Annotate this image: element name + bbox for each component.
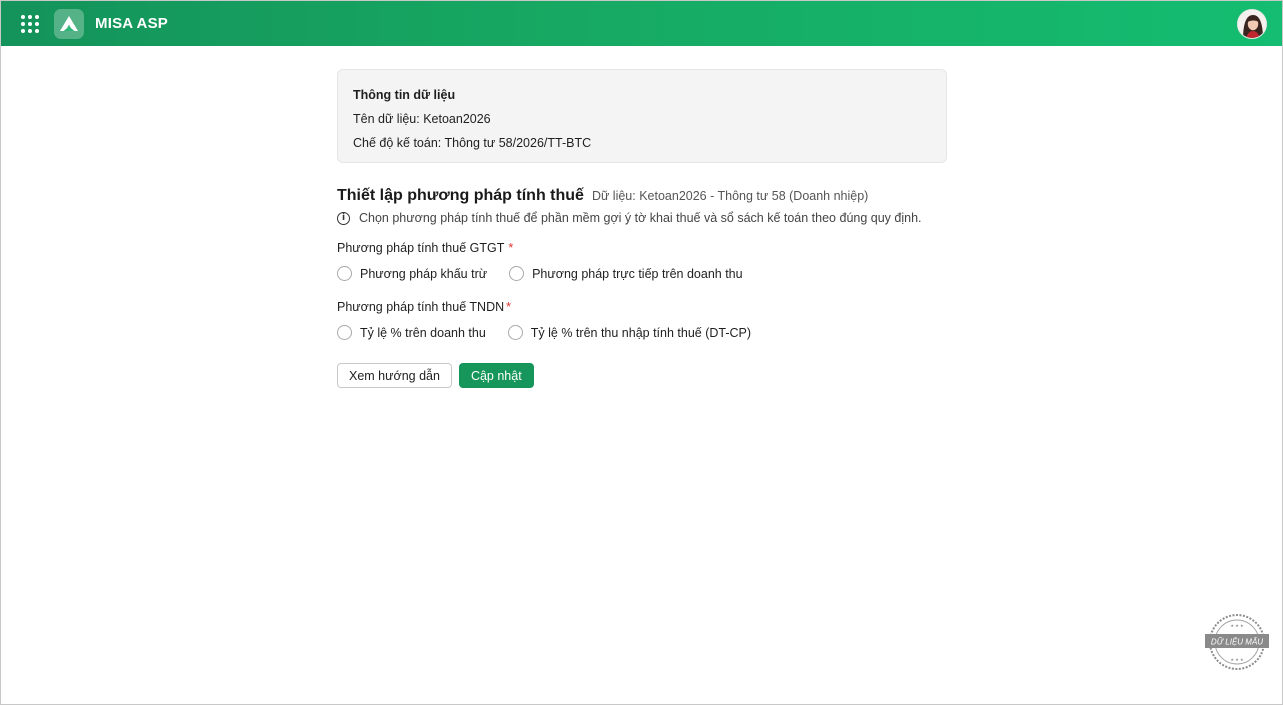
app-name: MISA ASP: [95, 15, 168, 32]
radio-button[interactable]: [337, 325, 352, 340]
accounting-regime-line: Chế độ kế toán: Thông tư 58/2026/TT-BTC: [353, 136, 592, 150]
vat-option-deduction[interactable]: Phương pháp khấu trừ: [337, 266, 487, 281]
section-subtitle: Dữ liệu: Ketoan2026 - Thông tư 58 (Doanh…: [591, 189, 869, 203]
cit-option-revenue-rate[interactable]: Tỷ lệ % trên doanh thu: [337, 325, 486, 340]
hint-text-row: i Chọn phương pháp tính thuế để phần mềm…: [337, 211, 947, 225]
info-circle-icon: i: [337, 211, 350, 225]
top-bar: MISA ASP: [1, 1, 1282, 46]
data-name-line: Tên dữ liệu: Ketoan2026: [353, 112, 491, 126]
update-button[interactable]: Cập nhật: [458, 363, 534, 388]
data-info-card: Thông tin dữ liệu Tên dữ liệu: Ketoan202…: [337, 69, 947, 163]
svg-text:★ ★ ★: ★ ★ ★: [1230, 623, 1244, 628]
cit-option-taxable-income-rate[interactable]: Tỷ lệ % trên thu nhập tính thuế (DT-CP): [507, 325, 752, 340]
vat-method-label: Phương pháp tính thuế GTGT *: [337, 241, 514, 255]
action-buttons: Xem hướng dẫn Cập nhật: [337, 363, 947, 388]
view-guide-button[interactable]: Xem hướng dẫn: [337, 363, 452, 388]
vat-method-options: Phương pháp khấu trừ Phương pháp trực ti…: [337, 266, 947, 281]
radio-label: Tỷ lệ % trên thu nhập tính thuế (DT-CP): [530, 325, 752, 340]
sample-data-stamp: DỮ LIỆU MẪU ★ ★ ★ ★ ★ ★: [1204, 613, 1270, 671]
svg-text:★ ★ ★: ★ ★ ★: [1230, 657, 1244, 662]
radio-button[interactable]: [509, 266, 525, 281]
user-avatar[interactable]: [1237, 9, 1267, 39]
cit-method-label: Phương pháp tính thuế TNDN *: [337, 300, 512, 314]
required-asterisk: *: [508, 241, 514, 255]
stamp-text: DỮ LIỆU MẪU: [1211, 638, 1263, 647]
radio-label: Phương pháp khấu trừ: [360, 266, 488, 281]
vat-option-direct[interactable]: Phương pháp trực tiếp trên doanh thu: [509, 266, 743, 281]
hint-text: Chọn phương pháp tính thuế để phần mềm g…: [359, 211, 922, 225]
info-card-title: Thông tin dữ liệu: [353, 88, 456, 102]
section-title: Thiết lập phương pháp tính thuế: [337, 187, 584, 204]
radio-button[interactable]: [507, 325, 523, 340]
main-content: Thông tin dữ liệu Tên dữ liệu: Ketoan202…: [337, 69, 947, 388]
required-asterisk: *: [506, 300, 512, 314]
cit-method-options: Tỷ lệ % trên doanh thu Tỷ lệ % trên thu …: [337, 325, 947, 340]
radio-label: Tỷ lệ % trên doanh thu: [360, 325, 486, 340]
radio-button[interactable]: [337, 266, 352, 281]
misa-logo-icon[interactable]: [54, 8, 84, 39]
apps-grid-icon[interactable]: [21, 14, 39, 33]
radio-label: Phương pháp trực tiếp trên doanh thu: [532, 266, 743, 281]
section-header: Thiết lập phương pháp tính thuế Dữ liệu:…: [337, 187, 947, 205]
